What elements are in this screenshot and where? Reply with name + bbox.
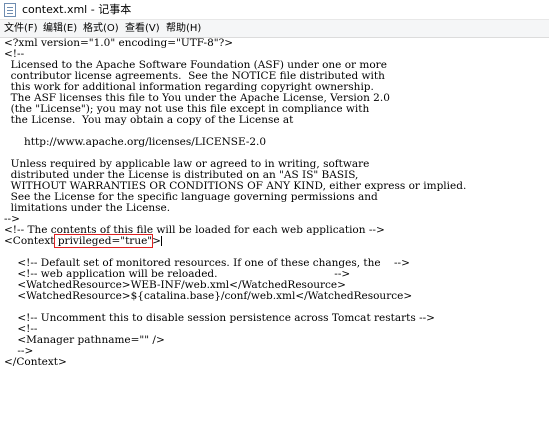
code-line: the License. You may obtain a copy of th… — [4, 114, 294, 126]
code-line: </Context> — [4, 356, 67, 368]
text-editor-area[interactable]: <?xml version="1.0" encoding="UTF-8"?> <… — [0, 38, 549, 436]
code-line: http://www.apache.org/licenses/LICENSE-2… — [4, 136, 267, 148]
menu-file[interactable]: 文件(F) — [4, 22, 38, 35]
context-line: <Context privileged="true"> — [4, 234, 466, 248]
text-caret — [160, 236, 162, 246]
menu-bar: 文件(F) 编辑(E) 格式(O) 查看(V) 帮助(H) — [0, 20, 549, 38]
code-line: limitations under the License. — [4, 202, 171, 214]
title-bar: context.xml - 记事本 — [0, 0, 549, 20]
privileged-attribute-highlight: privileged="true" — [53, 234, 154, 248]
context-tag-close: > — [152, 235, 161, 247]
window-title: context.xml - 记事本 — [22, 3, 132, 16]
code-line: --> — [4, 345, 34, 357]
context-tag-open: <Context — [4, 235, 55, 247]
menu-view[interactable]: 查看(V) — [125, 22, 160, 35]
code-line: <?xml version="1.0" encoding="UTF-8"?> — [4, 38, 234, 49]
menu-edit[interactable]: 编辑(E) — [43, 22, 77, 35]
code-line: <!-- Uncomment this to disable session p… — [4, 312, 435, 324]
code-line: <WatchedResource>${catalina.base}/conf/w… — [4, 290, 413, 302]
menu-help[interactable]: 帮助(H) — [166, 22, 201, 35]
menu-format[interactable]: 格式(O) — [83, 22, 119, 35]
code-line: <Manager pathname="" /> — [4, 334, 165, 346]
editor-content: <?xml version="1.0" encoding="UTF-8"?> <… — [4, 38, 466, 368]
notepad-icon — [4, 3, 16, 17]
